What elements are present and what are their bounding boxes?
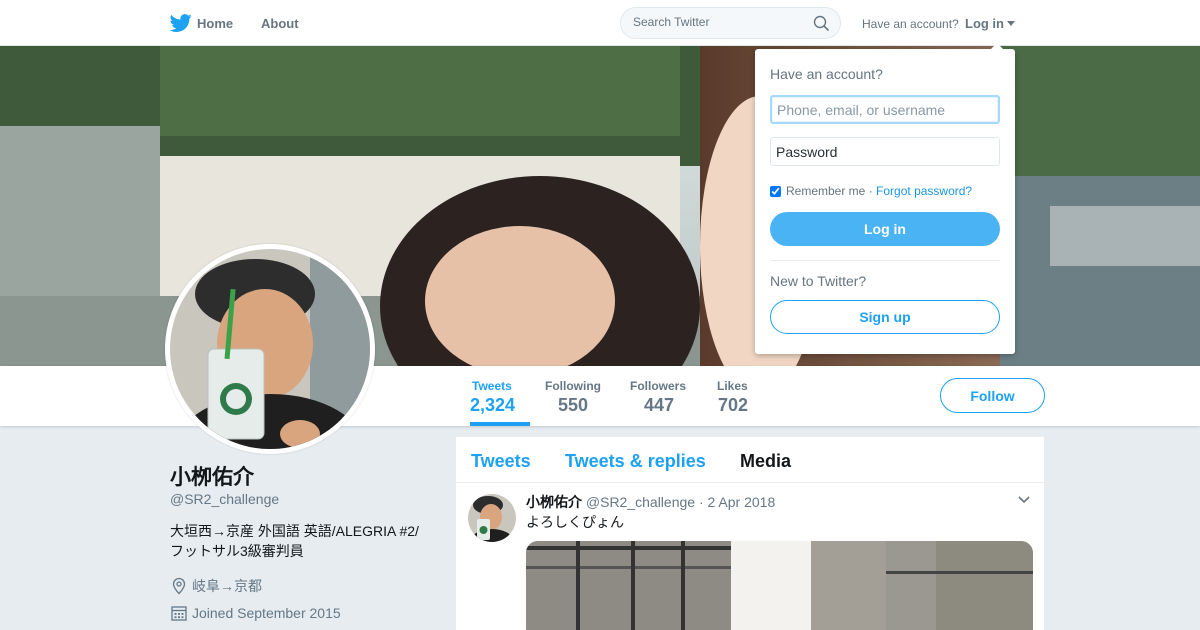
location-pin-icon xyxy=(172,577,186,595)
calendar-icon xyxy=(171,606,187,621)
search-icon[interactable] xyxy=(813,15,829,31)
remember-me-checkbox[interactable] xyxy=(770,185,781,197)
tweet-media[interactable] xyxy=(526,541,1033,630)
stat-followers-value: 447 xyxy=(644,395,675,415)
search-box xyxy=(620,7,841,39)
twitter-bird-icon xyxy=(170,14,192,32)
tweet-avatar-photo xyxy=(468,494,516,542)
top-navigation: Home About Have an account? Log in xyxy=(0,0,1200,46)
dropdown-divider xyxy=(770,260,1000,261)
tab-tweets-replies[interactable]: Tweets & replies xyxy=(565,451,706,472)
timeline: Tweets Tweets & replies Media 小栁佑介 @SR2_… xyxy=(456,437,1044,630)
nav-home-link[interactable]: Home xyxy=(170,12,233,34)
tweet-text: よろしくぴょん xyxy=(526,514,624,530)
stat-followers-label: Followers xyxy=(630,379,687,393)
profile-handle[interactable]: @SR2_challenge xyxy=(170,491,279,507)
tweet-media-photo xyxy=(526,541,1033,630)
profile-join-date: Joined September 2015 xyxy=(170,604,341,622)
dropdown-title: Have an account? xyxy=(770,66,883,82)
have-account-text: Have an account? xyxy=(862,17,959,31)
forgot-password-link[interactable]: Forgot password? xyxy=(876,184,972,198)
chevron-down-icon[interactable] xyxy=(1017,495,1031,505)
tweet-header: 小栁佑介 @SR2_challenge · 2 Apr 2018 xyxy=(526,492,775,512)
timeline-tabs: Tweets Tweets & replies Media xyxy=(456,437,1044,483)
remember-separator: · xyxy=(868,184,873,198)
nav-home-label: Home xyxy=(197,15,234,31)
login-dropdown: Have an account? Remember me · Forgot pa… xyxy=(755,43,1015,354)
profile-bio-line: 大垣西→京産 外国語 英語/ALEGRIA #2/ xyxy=(170,523,419,539)
profile-location-text: 岐阜→京都 xyxy=(192,578,262,594)
remember-me: Remember me · Forgot password? xyxy=(770,184,972,198)
new-to-twitter-text: New to Twitter? xyxy=(770,273,867,289)
tab-tweets[interactable]: Tweets xyxy=(471,451,531,472)
stat-tweets[interactable]: Tweets 2,324 xyxy=(470,366,530,426)
stat-following[interactable]: Following 550 xyxy=(545,366,605,426)
tweet-date[interactable]: 2 Apr 2018 xyxy=(708,494,776,510)
tweet-fullname[interactable]: 小栁佑介 xyxy=(526,494,582,510)
stat-likes-value: 702 xyxy=(718,395,749,415)
remember-me-label: Remember me xyxy=(786,184,866,198)
profile-location: 岐阜→京都 xyxy=(170,576,262,596)
signup-button[interactable]: Sign up xyxy=(770,300,1000,334)
password-field[interactable] xyxy=(770,137,1000,166)
nav-about-link[interactable]: About xyxy=(261,16,299,31)
login-button[interactable]: Log in xyxy=(770,212,1000,246)
tweet-avatar[interactable] xyxy=(468,494,516,542)
caret-down-icon xyxy=(1007,21,1015,26)
tweet-username[interactable]: @SR2_challenge xyxy=(586,494,695,510)
search-input[interactable] xyxy=(633,15,803,29)
stat-likes-label: Likes xyxy=(717,379,748,393)
profile-name: 小栁佑介 xyxy=(170,466,254,489)
tab-media[interactable]: Media xyxy=(740,451,791,472)
stat-followers[interactable]: Followers 447 xyxy=(630,366,690,426)
username-field[interactable] xyxy=(770,95,1000,124)
stat-following-label: Following xyxy=(545,379,601,393)
stat-tweets-label: Tweets xyxy=(472,379,512,393)
login-dropdown-toggle[interactable]: Log in xyxy=(965,16,1015,31)
stat-likes[interactable]: Likes 702 xyxy=(717,366,757,426)
profile-bio-line: フットサル3級審判員 xyxy=(170,543,304,559)
dropdown-arrow xyxy=(990,43,1004,50)
profile-avatar[interactable] xyxy=(165,244,375,454)
profile-join-text: Joined September 2015 xyxy=(192,605,341,621)
follow-button[interactable]: Follow xyxy=(940,378,1045,413)
tweet-separator: · xyxy=(698,494,704,510)
login-toggle-label: Log in xyxy=(965,16,1004,31)
profile-bio: 大垣西→京産 外国語 英語/ALEGRIA #2/ フットサル3級審判員 xyxy=(170,521,430,561)
avatar-photo xyxy=(170,249,370,449)
stat-tweets-value: 2,324 xyxy=(470,395,516,415)
stat-following-value: 550 xyxy=(558,395,589,415)
active-stat-indicator xyxy=(470,422,530,426)
